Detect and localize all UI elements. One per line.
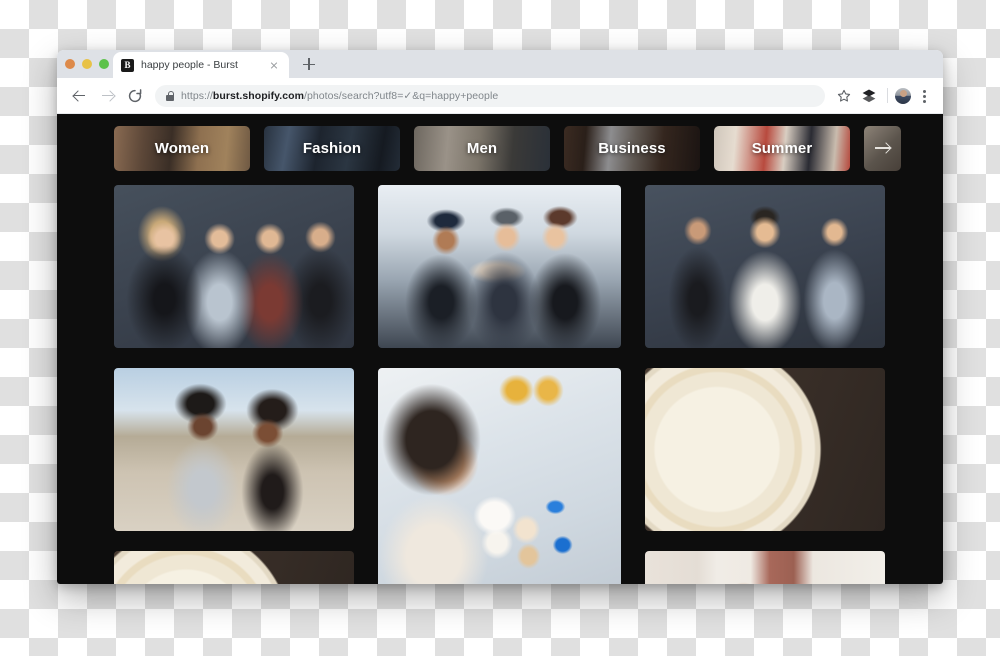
photo-thumbnail bbox=[114, 185, 354, 348]
star-icon[interactable] bbox=[833, 85, 855, 107]
photo-thumbnail bbox=[645, 185, 885, 348]
photo-thumbnail bbox=[114, 368, 354, 531]
window-controls bbox=[65, 59, 109, 69]
photo-card[interactable] bbox=[114, 185, 354, 348]
url-text: https://burst.shopify.com/photos/search?… bbox=[181, 90, 498, 102]
forward-arrow-icon[interactable] bbox=[95, 84, 119, 108]
category-fashion-label: Fashion bbox=[302, 140, 362, 157]
photo-card[interactable] bbox=[114, 368, 354, 531]
photo-card[interactable] bbox=[378, 185, 621, 348]
category-women-label: Women bbox=[154, 140, 210, 157]
category-next-button[interactable] bbox=[864, 126, 901, 171]
photo-column-1 bbox=[114, 185, 354, 584]
browser-tab-strip: B happy people - Burst bbox=[57, 50, 943, 78]
url-domain: burst.shopify.com bbox=[212, 89, 305, 102]
browser-window: B happy people - Burst https://burst.sho… bbox=[57, 50, 943, 584]
burst-favicon-icon: B bbox=[121, 58, 134, 72]
url-path: /photos/search?utf8=✓&q=happy+people bbox=[304, 89, 499, 102]
category-summer[interactable]: Summer bbox=[714, 126, 850, 171]
category-women[interactable]: Women bbox=[114, 126, 250, 171]
photo-column-2 bbox=[378, 185, 621, 584]
photo-card[interactable] bbox=[114, 551, 354, 584]
lock-icon bbox=[166, 90, 175, 101]
photo-card[interactable] bbox=[378, 368, 621, 584]
photo-thumbnail bbox=[114, 551, 354, 584]
photo-column-3 bbox=[645, 185, 885, 584]
category-fashion[interactable]: Fashion bbox=[264, 126, 400, 171]
category-men[interactable]: Men bbox=[414, 126, 550, 171]
photo-card[interactable] bbox=[645, 185, 885, 348]
photo-grid bbox=[57, 171, 943, 584]
address-bar[interactable]: https://burst.shopify.com/photos/search?… bbox=[155, 84, 825, 107]
url-scheme: https:// bbox=[181, 89, 213, 102]
maximize-window-button[interactable] bbox=[99, 59, 109, 69]
minimize-window-button[interactable] bbox=[82, 59, 92, 69]
photo-card[interactable] bbox=[645, 368, 885, 531]
category-business[interactable]: Business bbox=[564, 126, 700, 171]
page-viewport: Women Fashion Men Business Summer bbox=[57, 114, 943, 584]
kebab-menu-icon[interactable] bbox=[915, 85, 933, 107]
photo-thumbnail bbox=[378, 368, 621, 584]
tab-title: happy people - Burst bbox=[141, 59, 238, 71]
browser-toolbar: https://burst.shopify.com/photos/search?… bbox=[57, 78, 943, 114]
photo-thumbnail bbox=[378, 185, 621, 348]
close-tab-icon[interactable] bbox=[267, 58, 281, 72]
reload-icon[interactable] bbox=[123, 84, 147, 108]
extensions-icon[interactable] bbox=[858, 85, 880, 107]
category-business-label: Business bbox=[598, 140, 666, 157]
category-strip: Women Fashion Men Business Summer bbox=[57, 114, 943, 171]
photo-thumbnail bbox=[645, 368, 885, 531]
category-summer-label: Summer bbox=[751, 140, 813, 157]
new-tab-button[interactable] bbox=[300, 55, 318, 73]
photo-thumbnail bbox=[645, 551, 885, 584]
toolbar-divider bbox=[887, 88, 888, 103]
toolbar-right-icons bbox=[833, 85, 933, 107]
close-window-button[interactable] bbox=[65, 59, 75, 69]
browser-tab[interactable]: B happy people - Burst bbox=[113, 52, 289, 78]
category-men-label: Men bbox=[466, 140, 498, 157]
photo-card[interactable] bbox=[645, 551, 885, 584]
back-arrow-icon[interactable] bbox=[67, 84, 91, 108]
avatar-icon[interactable] bbox=[895, 87, 911, 104]
next-arrow-icon bbox=[875, 147, 890, 149]
